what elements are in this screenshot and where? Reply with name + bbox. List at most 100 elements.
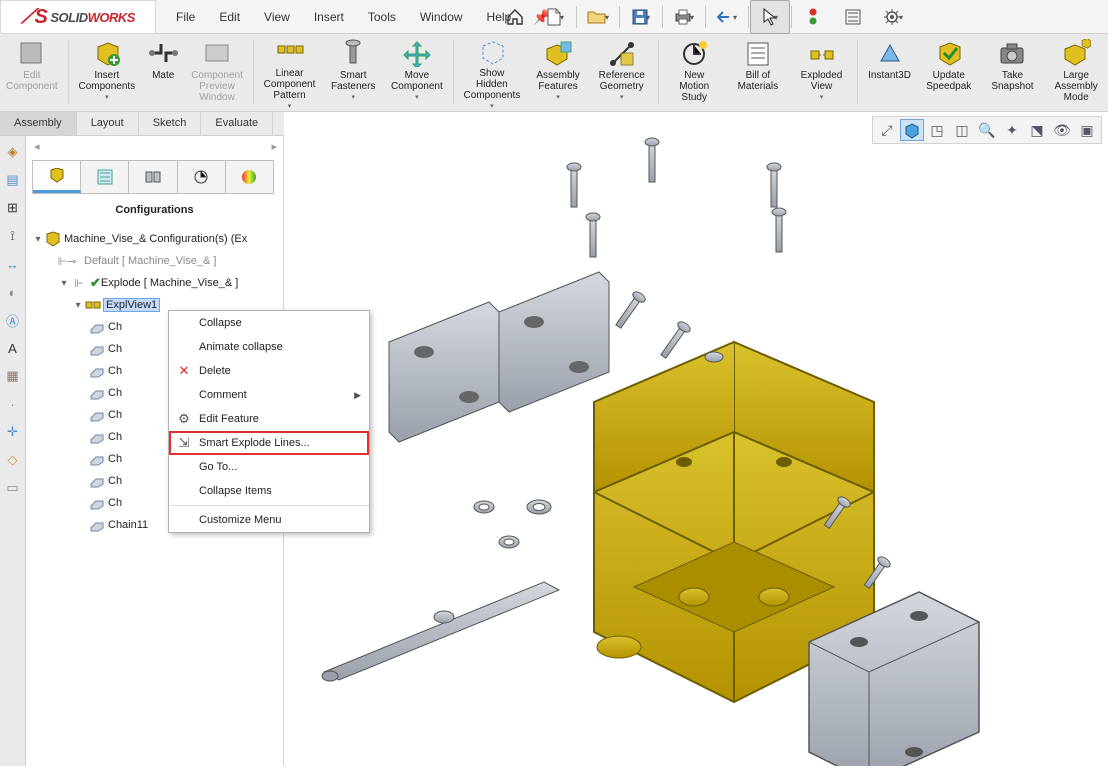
rebuild-icon[interactable] <box>793 0 833 34</box>
options-icon[interactable] <box>833 0 873 34</box>
context-label: Go To... <box>199 461 237 473</box>
check-icon: ✔ <box>90 275 101 291</box>
ribbon-move-component[interactable]: Move Component <box>385 38 449 108</box>
view-orient-icon[interactable]: ⬔ <box>1025 119 1049 141</box>
tab-dimxpert[interactable] <box>178 161 226 193</box>
appearance-icon[interactable]: ◐ <box>3 282 23 302</box>
context-editfeat[interactable]: ⚙Edit Feature <box>169 407 369 431</box>
tree-explode-config[interactable]: ▾ ⊩ ✔ Explode [ Machine_Vise_& ] <box>32 272 284 294</box>
smart-fasteners-icon <box>337 38 369 68</box>
ribbon-exploded-view[interactable]: Exploded View <box>790 38 854 108</box>
ribbon-take-snapshot[interactable]: Take Snapshot <box>981 38 1045 108</box>
hide-show-icon[interactable]: 👁 <box>1050 119 1074 141</box>
wireframe-icon[interactable]: ◳ <box>925 119 949 141</box>
bom-icon <box>742 38 774 68</box>
tree-default-config[interactable]: ⊩⊸ Default [ Machine_Vise_& ] <box>32 250 284 272</box>
ribbon-assembly-features[interactable]: Assembly Features <box>526 38 590 108</box>
context-delete[interactable]: ✕Delete <box>169 359 369 383</box>
chevron-down-icon <box>490 101 494 112</box>
section-icon[interactable]: ▤ <box>3 170 23 190</box>
origin-icon[interactable]: ✛ <box>3 422 23 442</box>
dim-icon[interactable]: ↔ <box>3 254 23 274</box>
ribbon-instant3d[interactable]: Instant3D <box>862 38 917 108</box>
mate-icon <box>147 38 179 68</box>
command-manager-ribbon: Edit ComponentInsert ComponentsMateCompo… <box>0 34 1108 112</box>
ribbon-smart-fasteners[interactable]: Smart Fasteners <box>321 38 385 108</box>
context-smartlines[interactable]: ⇲Smart Explode Lines... <box>169 431 369 455</box>
exploded-view-icon <box>806 38 838 68</box>
zoom-fit-icon[interactable]: ⤢ <box>875 119 899 141</box>
tab-sketch[interactable]: Sketch <box>139 112 202 135</box>
editfeat-icon: ⚙ <box>175 411 193 427</box>
panel-collapse-icon[interactable]: ◂ <box>34 140 40 153</box>
menu-insert[interactable]: Insert <box>302 0 356 34</box>
save-icon[interactable]: ▾ <box>621 0 661 34</box>
chevron-down-icon <box>620 92 624 103</box>
ribbon-new-motion[interactable]: New Motion Study <box>662 38 726 108</box>
context-collapseitems[interactable]: Collapse Items <box>169 479 369 503</box>
chevron-down-icon <box>556 92 560 103</box>
tab-layout[interactable]: Layout <box>77 112 139 135</box>
ribbon-show-hidden[interactable]: Show Hidden Components <box>458 38 527 108</box>
new-motion-icon <box>678 38 710 68</box>
context-comment[interactable]: Comment▶ <box>169 383 369 407</box>
orient-icon[interactable]: ◈ <box>3 142 23 162</box>
open-icon[interactable]: ▾ <box>578 0 618 34</box>
annotate-icon[interactable]: Ⓐ <box>3 310 23 330</box>
home-icon[interactable] <box>495 0 535 34</box>
context-separator <box>169 505 369 506</box>
smartlines-icon: ⇲ <box>175 435 193 451</box>
view-icon[interactable]: ⊞ <box>3 198 23 218</box>
tab-feature-tree[interactable] <box>33 161 81 193</box>
render-icon[interactable]: ▣ <box>1075 119 1099 141</box>
tab-property-manager[interactable] <box>81 161 129 193</box>
chevron-down-icon <box>820 92 824 103</box>
select-icon[interactable]: ▾ <box>750 0 790 34</box>
section-icon[interactable]: ◫ <box>950 119 974 141</box>
tab-evaluate[interactable]: Evaluate <box>201 112 273 135</box>
text-icon[interactable]: A <box>3 338 23 358</box>
render-icon[interactable]: ▦ <box>3 366 23 386</box>
ribbon-update-speedpak[interactable]: Update Speedpak <box>917 38 981 108</box>
chevron-down-icon <box>105 92 109 103</box>
menu-file[interactable]: File <box>164 0 207 34</box>
menu-window[interactable]: Window <box>408 0 475 34</box>
measure-icon[interactable]: ⟟ <box>3 226 23 246</box>
scene-icon[interactable]: ✦ <box>1000 119 1024 141</box>
tab-display-manager[interactable] <box>226 161 273 193</box>
context-collapse[interactable]: Collapse <box>169 311 369 335</box>
hide-icon[interactable]: ▭ <box>3 478 23 498</box>
heads-up-view-toolbar: ⤢ ◳◫🔍✦⬔👁▣ <box>872 116 1102 144</box>
graphics-viewport[interactable]: ⤢ ◳◫🔍✦⬔👁▣ <box>284 112 1108 766</box>
ribbon-large-assembly[interactable]: Large Assembly Mode <box>1044 38 1108 108</box>
print-icon[interactable]: ▾ <box>664 0 704 34</box>
settings-gear-icon[interactable]: ▾ <box>873 0 913 34</box>
center-icon[interactable]: · <box>3 394 23 414</box>
tab-configuration-manager[interactable] <box>129 161 177 193</box>
ribbon-reference-geometry[interactable]: Reference Geometry <box>590 38 654 108</box>
tab-assembly[interactable]: Assembly <box>0 112 77 135</box>
feature-manager-tab-bar <box>32 160 274 194</box>
shaded-icon[interactable] <box>900 119 924 141</box>
new-document-icon[interactable]: ▾ <box>535 0 575 34</box>
undo-icon[interactable]: ▾ <box>707 0 747 34</box>
menu-tools[interactable]: Tools <box>356 0 408 34</box>
axis-icon[interactable]: ◇ <box>3 450 23 470</box>
ribbon-insert-components[interactable]: Insert Components <box>72 38 141 108</box>
menu-edit[interactable]: Edit <box>207 0 252 34</box>
tree-root[interactable]: ▾ Machine_Vise_& Configuration(s) (Ex <box>32 228 284 250</box>
ribbon-bom[interactable]: Bill of Materials <box>726 38 790 108</box>
submenu-arrow-icon: ▶ <box>354 390 361 401</box>
perspective-icon[interactable]: 🔍 <box>975 119 999 141</box>
context-label: Collapse <box>199 317 242 329</box>
panel-expand-icon[interactable]: ▸ <box>271 140 283 153</box>
menu-view[interactable]: View <box>252 0 302 34</box>
tree-explview-label: ExplView1 <box>104 299 159 311</box>
large-assembly-icon <box>1060 38 1092 68</box>
context-animate[interactable]: Animate collapse <box>169 335 369 359</box>
ribbon-mate[interactable]: Mate <box>141 38 185 108</box>
context-customize[interactable]: Customize Menu <box>169 508 369 532</box>
context-goto[interactable]: Go To... <box>169 455 369 479</box>
ribbon-linear-pattern[interactable]: Linear Component Pattern <box>258 38 322 108</box>
component-preview-icon <box>201 38 233 68</box>
